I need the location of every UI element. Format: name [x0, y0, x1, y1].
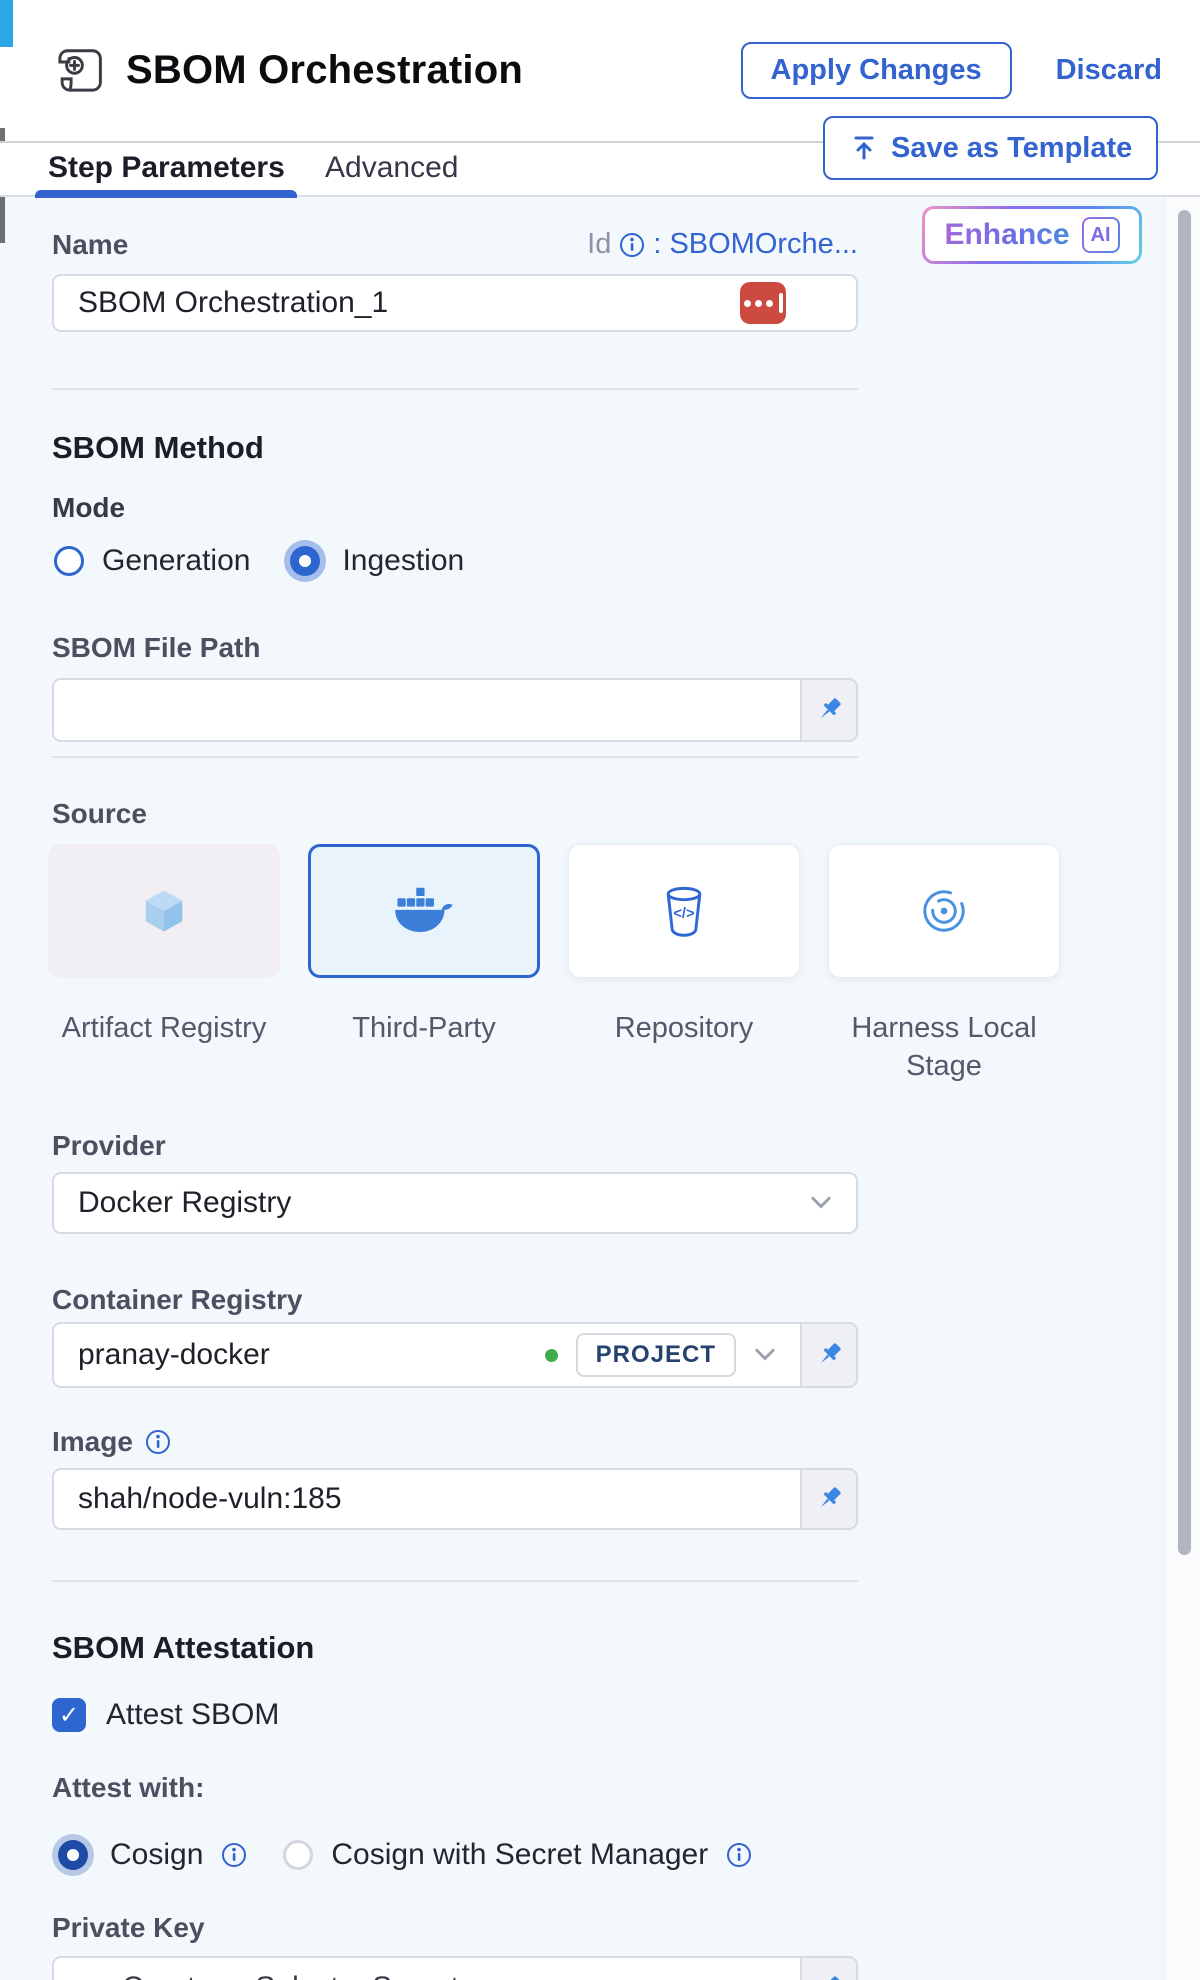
image-info-icon[interactable] [145, 1429, 171, 1455]
radio-generation-label: Generation [102, 544, 250, 578]
tab-advanced[interactable]: Advanced [325, 151, 458, 185]
connector-status-dot [545, 1349, 558, 1362]
provider-label: Provider [52, 1130, 166, 1162]
active-tab-underline [35, 190, 297, 198]
mode-label: Mode [52, 492, 125, 524]
attest-with-label: Attest with: [52, 1772, 204, 1804]
repository-icon: </> [661, 885, 707, 937]
scrollbar-thumb[interactable] [1178, 210, 1191, 1555]
section-divider [52, 1580, 858, 1582]
source-card-label: Harness Local Stage [828, 1010, 1060, 1085]
apply-changes-button[interactable]: Apply Changes [741, 42, 1012, 99]
source-card-label: Repository [615, 1010, 754, 1048]
radio-ingestion[interactable] [290, 546, 320, 576]
sbom-attestation-heading: SBOM Attestation [52, 1630, 314, 1666]
source-label: Source [52, 798, 147, 830]
container-registry-label: Container Registry [52, 1284, 303, 1316]
lastpass-extension-icon[interactable] [740, 282, 786, 324]
radio-cosign-label: Cosign [110, 1838, 203, 1872]
section-divider [52, 756, 858, 758]
top-left-accent [0, 0, 13, 47]
private-key-pin-button[interactable] [802, 1956, 858, 1980]
section-divider [52, 388, 858, 390]
source-card-third-party[interactable] [308, 844, 540, 978]
radio-cosign[interactable] [58, 1840, 88, 1870]
private-key-value[interactable]: Create or Select a Secret [122, 1971, 459, 1980]
page-title: SBOM Orchestration [126, 48, 523, 93]
secret-key-icon [78, 1974, 106, 1980]
image-input[interactable] [78, 1482, 776, 1516]
image-label: Image [52, 1426, 133, 1458]
source-card-label: Artifact Registry [62, 1010, 267, 1048]
name-input[interactable] [78, 286, 740, 320]
save-as-template-button[interactable]: Save as Template [823, 116, 1158, 180]
sbom-file-path-pin-button[interactable] [802, 678, 858, 742]
save-as-template-label: Save as Template [891, 132, 1132, 165]
attest-sbom-checkbox[interactable] [52, 1698, 86, 1732]
discard-button[interactable]: Discard [1056, 54, 1162, 87]
source-card-group: Artifact Registry Third-Party [48, 844, 1060, 1085]
radio-cosign-secret-manager-label: Cosign with Secret Manager [331, 1838, 708, 1872]
sbom-method-heading: SBOM Method [52, 430, 264, 466]
step-scroll-icon [52, 44, 106, 98]
container-registry-pin-button[interactable] [802, 1322, 858, 1388]
attest-sbom-label: Attest SBOM [106, 1698, 279, 1732]
sbom-file-path-input[interactable] [78, 693, 776, 727]
radio-ingestion-label: Ingestion [342, 544, 464, 578]
source-card-artifact-registry[interactable] [48, 844, 280, 978]
svg-text:</>: </> [673, 906, 694, 922]
sbom-orchestration-panel: SBOM Orchestration Apply Changes Discard… [0, 0, 1200, 1980]
tab-step-parameters[interactable]: Step Parameters [48, 151, 285, 185]
cosign-secret-manager-info-icon[interactable] [726, 1842, 752, 1868]
id-info-icon[interactable] [619, 232, 645, 258]
source-card-label: Third-Party [352, 1010, 495, 1048]
enhance-label: Enhance [944, 218, 1069, 252]
chevron-down-icon[interactable] [754, 1348, 776, 1362]
scope-badge: PROJECT [576, 1333, 736, 1377]
source-card-harness-local-stage[interactable] [828, 844, 1060, 978]
cosign-info-icon[interactable] [221, 1842, 247, 1868]
step-id-value[interactable]: : SBOMOrche... [653, 228, 858, 261]
chevron-down-icon [810, 1196, 832, 1210]
private-key-label: Private Key [52, 1912, 205, 1944]
cube-icon [136, 883, 192, 939]
upload-icon [849, 133, 879, 163]
enhance-ai-button[interactable]: Enhance AI [922, 206, 1142, 264]
name-label: Name [52, 229, 128, 261]
container-registry-input[interactable] [78, 1338, 527, 1372]
sbom-file-path-label: SBOM File Path [52, 632, 260, 664]
ai-badge: AI [1082, 217, 1120, 253]
docker-icon [393, 885, 455, 937]
source-card-repository[interactable]: </> [568, 844, 800, 978]
orbit-icon [918, 885, 970, 937]
id-label: Id [587, 228, 611, 261]
radio-generation[interactable] [54, 546, 84, 576]
radio-cosign-secret-manager[interactable] [283, 1840, 313, 1870]
image-pin-button[interactable] [802, 1468, 858, 1530]
provider-select[interactable]: Docker Registry [52, 1172, 858, 1234]
provider-value: Docker Registry [78, 1186, 291, 1220]
